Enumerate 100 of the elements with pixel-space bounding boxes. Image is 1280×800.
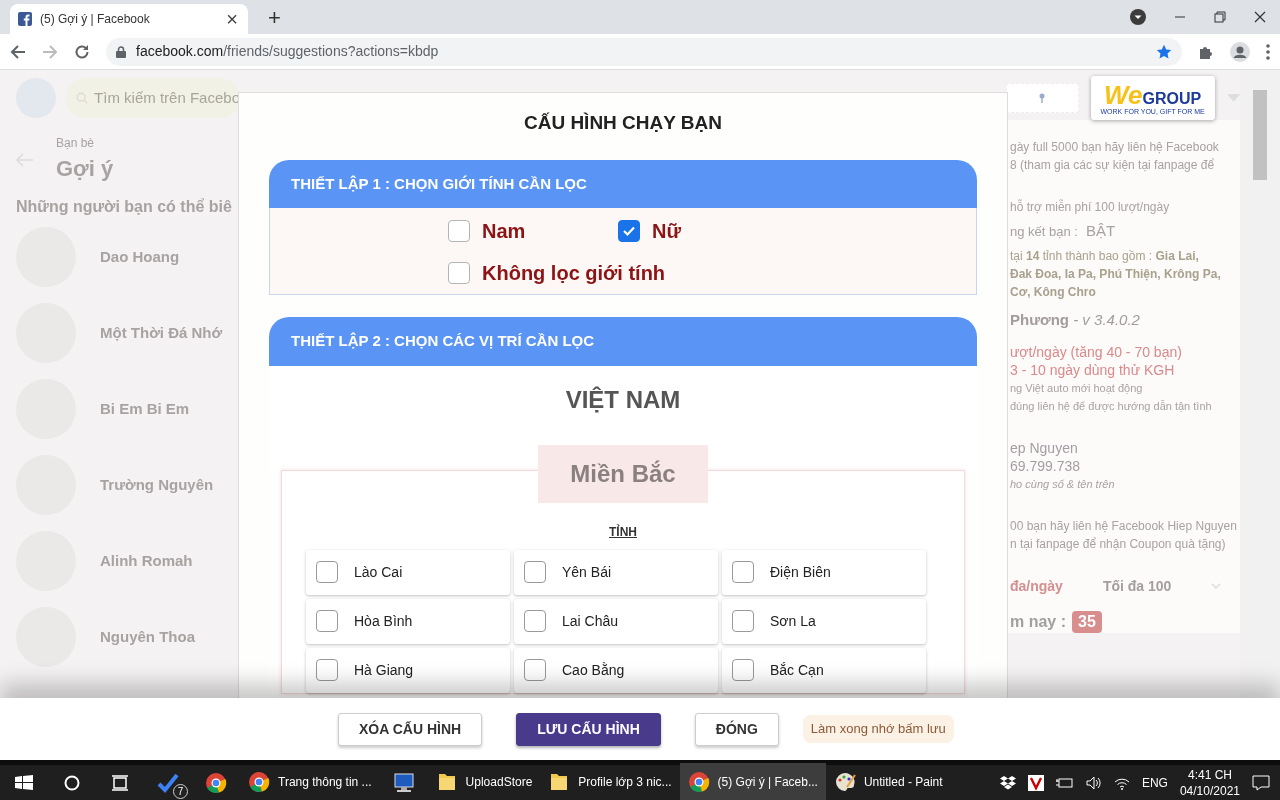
option-label[interactable]: Không lọc giới tính	[482, 258, 666, 288]
option-label[interactable]: Nữ	[652, 216, 681, 246]
province-option[interactable]: Lai Châu	[514, 598, 718, 644]
page-heading: Gợi ý	[56, 155, 114, 183]
region-heading: Miền Bắc	[538, 444, 708, 503]
notice-text: n tại fanpage để nhận Coupon quà tặng)	[1010, 536, 1227, 553]
facebook-icon	[18, 12, 32, 26]
province-option[interactable]: Lào Cai	[306, 549, 510, 595]
counter-label: m nay :	[1010, 613, 1066, 631]
notice-text: hỗ trợ miễn phí 100 lượt/ngày	[1010, 198, 1171, 216]
tab-title: (5) Gợi ý | Facebook	[40, 11, 150, 28]
count-badge: 7	[173, 783, 188, 799]
scrollbar-thumb[interactable]	[1253, 90, 1267, 180]
checkbox[interactable]	[448, 220, 470, 242]
computer-icon	[392, 771, 415, 794]
taskbar-app[interactable]: Untitled - Paint	[825, 762, 951, 800]
limit-label: đa/ngày	[1010, 577, 1063, 595]
dialog-title: CẤU HÌNH CHẠY BẠN	[522, 111, 724, 135]
help-text: ng Việt auto mới hoạt động	[1010, 381, 1144, 396]
province-option[interactable]: Bắc Cạn	[722, 647, 926, 693]
promo-text: 3 - 10 ngày dùng thử KGH	[1010, 361, 1176, 379]
close-icon[interactable]	[1254, 11, 1266, 23]
address-bar[interactable]: facebook.com/friends/suggestions?actions=kbdp	[106, 37, 1182, 66]
province-option[interactable]: Yên Bái	[514, 549, 718, 595]
checkbox[interactable]	[316, 561, 338, 583]
status-value: BẬT	[1085, 222, 1116, 239]
save-button[interactable]: LƯU CẤU HÌNH	[516, 712, 661, 746]
new-tab-button[interactable]: +	[262, 6, 287, 30]
help-text: đúng liên hệ để được hướng dẫn tận tình	[1010, 399, 1213, 414]
dropbox-icon[interactable]	[999, 775, 1016, 790]
palette-icon	[833, 770, 856, 793]
province-option[interactable]: Hà Giang	[306, 647, 510, 693]
back-icon[interactable]	[10, 43, 26, 60]
checkbox[interactable]	[732, 659, 754, 681]
checkbox[interactable]	[316, 610, 338, 632]
dialog-button[interactable]: XÓA CẤU HÌNH	[338, 712, 483, 746]
chrome-icon	[687, 770, 710, 793]
v-logo-icon[interactable]	[1027, 774, 1044, 791]
section-header: THIẾT LẬP 1 : CHỌN GIỚI TÍNH CẦN LỌC	[269, 159, 977, 208]
windows-start-icon[interactable]	[15, 774, 33, 791]
checkbox[interactable]	[524, 561, 546, 583]
chrome-icon	[205, 771, 227, 794]
location-text: tại 14 tỉnh thành bao gồm : Gia Lai,	[1010, 248, 1200, 265]
lock-icon	[116, 45, 126, 58]
clock-date[interactable]: 04/10/2021	[1179, 782, 1240, 799]
task-view-icon[interactable]	[112, 774, 128, 791]
clock-time[interactable]: 4:41 CH	[1179, 766, 1240, 783]
column-heading: TỈNH	[608, 523, 638, 541]
section-heading: Những người bạn có thể biê	[16, 197, 233, 217]
section-header: THIẾT LẬP 2 : CHỌN CÁC VỊ TRÍ CẦN LỌC	[269, 317, 977, 366]
close-tab-button[interactable]: ×	[224, 9, 240, 29]
note-text: ho cùng số & tên trên	[1010, 477, 1116, 492]
location-text: Đak Đoa, Ia Pa, Phú Thiện, Krông Pa,	[1010, 266, 1222, 283]
status-label: ng kết bạn :	[1010, 224, 1078, 239]
location-text: Cơ, Kông Chro	[1010, 284, 1097, 301]
dialog-button[interactable]: ĐÓNG	[694, 712, 779, 746]
checkbox[interactable]	[448, 262, 470, 284]
province-option[interactable]: Sơn La	[722, 598, 926, 644]
battery-icon[interactable]	[1055, 776, 1074, 789]
hint-text: Làm xong nhớ bấm lưu	[802, 715, 954, 743]
checkbox[interactable]	[524, 610, 546, 632]
checkmark-icon	[157, 771, 179, 794]
notice-text: 8 (tham gia các sự kiện tại fanpage để	[1010, 157, 1216, 174]
contact-text: 69.799.738	[1010, 457, 1082, 475]
dropdown-icon[interactable]	[1130, 9, 1146, 25]
taskbar-app[interactable]: 7	[144, 762, 192, 800]
counter-badge: 35	[1072, 611, 1102, 633]
notification-icon[interactable]	[1252, 774, 1270, 791]
checkbox[interactable]	[524, 659, 546, 681]
checkmark-icon	[622, 224, 636, 238]
version-text: Phương - v 3.4.0.2	[1010, 311, 1141, 329]
notice-text: gày full 5000 bạn hãy liên hệ Facebook	[1010, 139, 1220, 156]
more-menu-icon[interactable]	[1266, 43, 1270, 60]
contact-text: ep Nguyen	[1010, 439, 1079, 457]
restore-icon[interactable]	[1214, 11, 1226, 23]
taskbar-app[interactable]: UploadStore	[427, 762, 541, 800]
volume-icon[interactable]	[1085, 775, 1102, 790]
province-option[interactable]: Hòa Bình	[306, 598, 510, 644]
option-label[interactable]: Nam	[482, 216, 526, 246]
star-icon[interactable]	[1156, 43, 1172, 60]
taskbar-app[interactable]: Trang thông tin ...	[240, 762, 380, 800]
key-field[interactable]	[1006, 83, 1079, 113]
taskbar-app[interactable]: (5) Gợi ý | Faceb...	[679, 762, 826, 800]
checkbox[interactable]	[732, 610, 754, 632]
browser-tab[interactable]: (5) Gợi ý | Facebook ×	[10, 4, 248, 34]
promo-text: ượt/ngày (tăng 40 - 70 bạn)	[1010, 343, 1183, 361]
country-heading: VIỆT NAM	[564, 384, 682, 415]
language-indicator[interactable]: ENG	[1141, 773, 1168, 792]
key-icon	[1039, 93, 1046, 103]
reload-icon[interactable]	[74, 43, 90, 60]
province-option[interactable]: Điện Biên	[722, 549, 926, 595]
province-option[interactable]: Cao Bằng	[514, 647, 718, 693]
checkbox[interactable]	[732, 561, 754, 583]
chevron-icon	[1211, 583, 1222, 589]
search-icon[interactable]	[64, 774, 80, 791]
checkbox[interactable]	[618, 220, 640, 242]
checkbox[interactable]	[316, 659, 338, 681]
profile-icon[interactable]	[1230, 41, 1250, 62]
url-text: facebook.com/friends/suggestions?actions=kbdp	[136, 42, 439, 61]
forward-icon[interactable]	[42, 43, 58, 60]
